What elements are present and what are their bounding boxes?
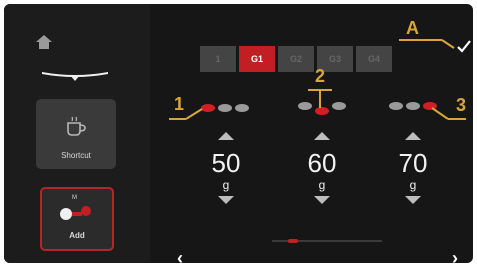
callout-2: 2 <box>315 66 326 86</box>
quantity-value: 70 <box>398 148 428 178</box>
callout-3: 3 <box>456 95 467 115</box>
decrease-arrow-icon[interactable] <box>405 196 421 204</box>
app-screen: Shortcut M Add 1 G1 G2 G3 G4 A 1 2 3 50 … <box>4 4 473 263</box>
callout-1: 1 <box>174 94 185 114</box>
quantity-column-2: 60 g <box>296 132 348 204</box>
page-indicator-active <box>288 239 298 243</box>
decrease-arrow-icon[interactable] <box>314 196 330 204</box>
quantity-column-3: 70 g <box>387 132 439 204</box>
quantity-unit: g <box>318 178 326 192</box>
callout-lines <box>169 39 466 120</box>
prev-page-button[interactable]: ‹ <box>177 248 183 263</box>
callout-a: A <box>406 18 419 38</box>
increase-arrow-icon[interactable] <box>314 132 330 140</box>
add-badge: M <box>72 195 77 201</box>
shortcut-label: Shortcut <box>61 151 91 160</box>
quantity-column-1: 50 g <box>200 132 252 204</box>
decrease-arrow-icon[interactable] <box>218 196 234 204</box>
quantity-value: 60 <box>307 148 337 178</box>
next-page-button[interactable]: › <box>452 248 458 263</box>
quantity-unit: g <box>222 178 230 192</box>
increase-arrow-icon[interactable] <box>218 132 234 140</box>
add-button[interactable]: M Add <box>40 187 114 251</box>
increase-arrow-icon[interactable] <box>405 132 421 140</box>
add-label: Add <box>69 231 85 240</box>
add-drink-icon <box>60 206 91 220</box>
quantity-value: 50 <box>211 148 241 178</box>
quantity-unit: g <box>409 178 417 192</box>
page-indicator <box>272 239 382 243</box>
